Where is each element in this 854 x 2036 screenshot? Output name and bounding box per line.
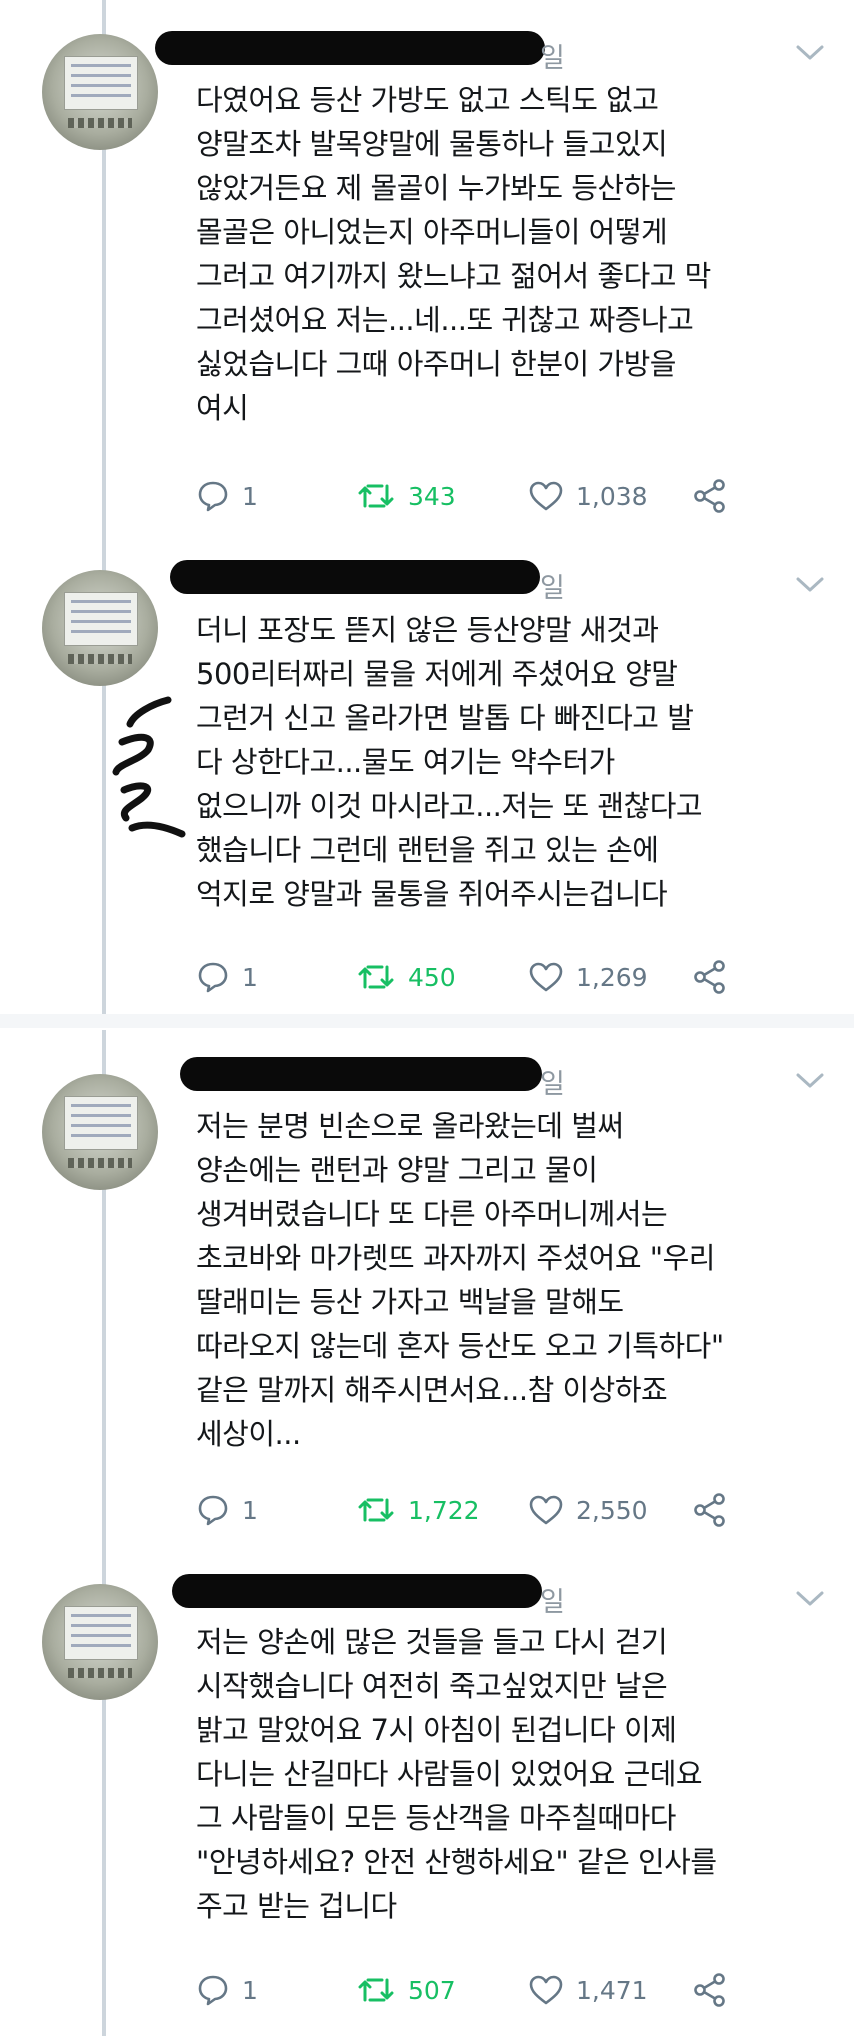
tweet-text: 더니 포장도 뜯지 않은 등산양말 새것과 500리터짜리 물을 저에게 주셨어… — [196, 613, 703, 911]
like-count: 1,471 — [576, 1975, 648, 2005]
avatar-image — [64, 592, 138, 646]
redacted-username — [180, 1057, 542, 1091]
tweet-date: 일 — [540, 1587, 565, 1618]
retweet-count: 507 — [408, 1975, 456, 2005]
heart-icon — [529, 1975, 563, 2005]
reply-button[interactable]: 1 — [196, 1490, 258, 1530]
share-button[interactable] — [692, 1490, 728, 1530]
screenshot-divider — [0, 1014, 854, 1028]
heart-icon — [529, 1495, 563, 1525]
redacted-username — [172, 1574, 542, 1608]
retweet-icon — [358, 484, 394, 508]
retweet-icon — [358, 1498, 394, 1522]
avatar[interactable] — [42, 1074, 158, 1190]
reply-count: 1 — [242, 481, 258, 511]
like-button[interactable]: 1,269 — [528, 957, 648, 997]
avatar[interactable] — [42, 1584, 158, 1700]
like-count: 2,550 — [576, 1495, 648, 1525]
redacted-username — [170, 560, 540, 594]
retweet-button[interactable]: 1,722 — [356, 1490, 480, 1530]
heart-icon — [529, 962, 563, 992]
reply-icon — [198, 481, 228, 512]
like-button[interactable]: 1,471 — [528, 1970, 648, 2010]
reply-button[interactable]: 1 — [196, 476, 258, 516]
tweet[interactable]: 일 다였어요 등산 가방도 없고 스틱도 없고 양말조차 발목양말에 물통하나 … — [0, 0, 854, 540]
reply-count: 1 — [242, 1495, 258, 1525]
reply-count: 1 — [242, 962, 258, 992]
retweet-button[interactable]: 507 — [356, 1970, 456, 2010]
avatar[interactable] — [42, 34, 158, 150]
reply-button[interactable]: 1 — [196, 1970, 258, 2010]
reply-icon — [198, 962, 228, 993]
share-button[interactable] — [692, 476, 728, 516]
tweet-actions: 1 507 1,471 — [196, 1970, 756, 2010]
retweet-count: 1,722 — [408, 1495, 480, 1525]
tweet-actions: 1 343 1,038 — [196, 476, 756, 516]
tweet-date: 일 — [540, 1069, 565, 1100]
share-icon — [694, 479, 725, 513]
retweet-icon — [358, 1978, 394, 2002]
reply-icon — [198, 1495, 228, 1526]
reply-icon — [198, 1975, 228, 2006]
tweet-menu-chevron-down-icon[interactable] — [794, 574, 826, 596]
avatar-image — [64, 56, 138, 110]
tweet-actions: 1 450 1,269 — [196, 957, 756, 997]
tweet-date: 일 — [540, 573, 565, 604]
scribble-mark — [112, 696, 186, 838]
avatar-image — [64, 1096, 138, 1150]
tweet-actions: 1 1,722 2,550 — [196, 1490, 756, 1530]
tweet-menu-chevron-down-icon[interactable] — [794, 1588, 826, 1610]
tweet-text: 저는 분명 빈손으로 올라왔는데 벌써 양손에는 랜턴과 양말 그리고 물이 생… — [196, 1109, 724, 1451]
like-count: 1,038 — [576, 481, 648, 511]
share-icon — [694, 1973, 725, 2007]
share-icon — [694, 960, 725, 994]
tweet-menu-chevron-down-icon[interactable] — [794, 42, 826, 64]
tweet-date: 일 — [540, 43, 565, 74]
redacted-username — [155, 31, 545, 65]
reply-count: 1 — [242, 1975, 258, 2005]
like-count: 1,269 — [576, 962, 648, 992]
tweet[interactable]: 일 저는 양손에 많은 것들을 들고 다시 걷기 시작했습니다 여전히 죽고싶었… — [0, 1554, 854, 2036]
retweet-count: 343 — [408, 481, 456, 511]
retweet-icon — [358, 965, 394, 989]
avatar[interactable] — [42, 570, 158, 686]
tweet-text: 다였어요 등산 가방도 없고 스틱도 없고 양말조차 발목양말에 물통하나 들고… — [196, 83, 711, 425]
reply-button[interactable]: 1 — [196, 957, 258, 997]
tweet[interactable]: 일 저는 분명 빈손으로 올라왔는데 벌써 양손에는 랜턴과 양말 그리고 물이… — [0, 1028, 854, 1554]
retweet-count: 450 — [408, 962, 456, 992]
tweet-text: 저는 양손에 많은 것들을 들고 다시 걷기 시작했습니다 여전히 죽고싶었지만… — [196, 1625, 717, 1923]
retweet-button[interactable]: 343 — [356, 476, 456, 516]
retweet-button[interactable]: 450 — [356, 957, 456, 997]
heart-icon — [529, 481, 563, 511]
share-button[interactable] — [692, 957, 728, 997]
like-button[interactable]: 1,038 — [528, 476, 648, 516]
tweet-menu-chevron-down-icon[interactable] — [794, 1070, 826, 1092]
share-button[interactable] — [692, 1970, 728, 2010]
avatar-image — [64, 1606, 138, 1660]
share-icon — [694, 1493, 725, 1527]
like-button[interactable]: 2,550 — [528, 1490, 648, 1530]
